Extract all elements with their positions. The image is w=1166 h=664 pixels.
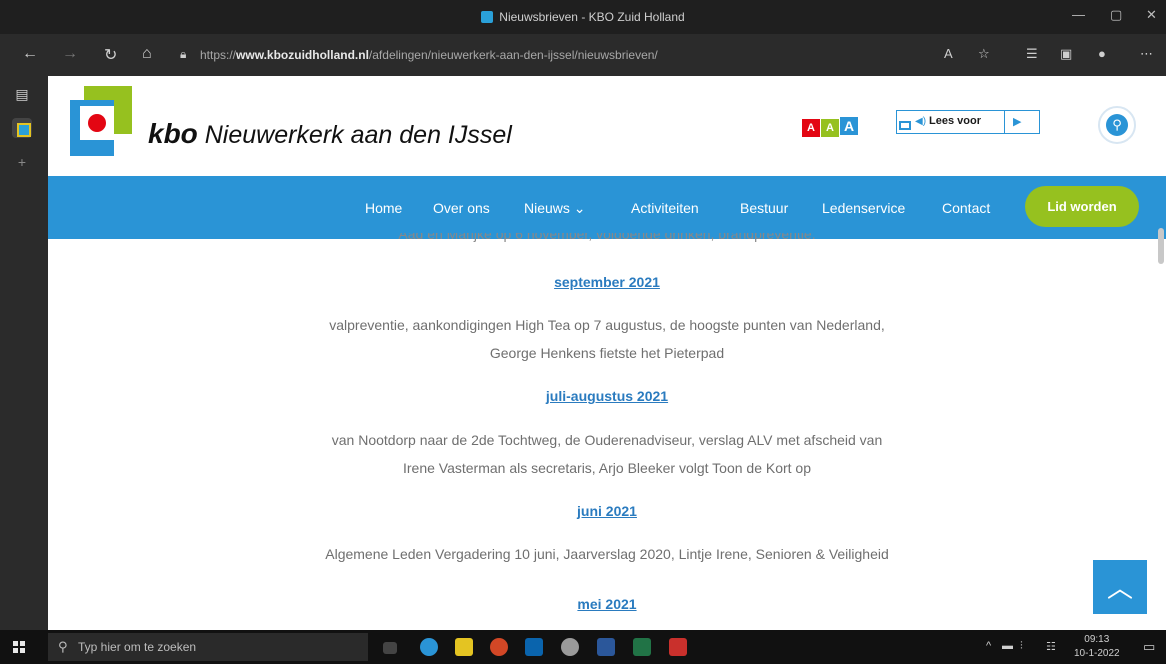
profile-icon[interactable]: ●	[1098, 46, 1106, 61]
nav-contact[interactable]: Contact	[942, 200, 990, 216]
refresh-icon[interactable]: ↻	[104, 45, 117, 65]
paint-app-icon[interactable]	[561, 638, 579, 656]
web-page: kbo Nieuwerkerk aan den IJssel AAA ◀) Lee…	[48, 76, 1166, 630]
site-favicon-icon	[481, 11, 494, 23]
taskbar-search-input[interactable]: ⚲ Typ hier om te zoeken	[48, 633, 368, 661]
font-size-selector: AAA	[802, 117, 859, 137]
battery-icon[interactable]: ▬	[1002, 640, 1013, 652]
outlook-app-icon[interactable]	[525, 638, 543, 656]
favorites-icon[interactable]: ☰	[1026, 46, 1038, 62]
nav-over-ons[interactable]: Over ons	[433, 200, 490, 216]
network-icon[interactable]: ⫶	[1020, 640, 1023, 653]
active-tab-icon[interactable]	[12, 118, 32, 138]
main-navigation: Home Over ons Nieuws ⌄ Activiteiten Best…	[48, 176, 1166, 239]
lid-worden-button[interactable]: Lid worden	[1025, 186, 1139, 227]
chevron-down-icon: ⌄	[573, 200, 586, 216]
home-icon[interactable]: ⌂	[142, 45, 152, 63]
close-icon[interactable]: ✕	[1146, 7, 1157, 23]
newsletter-summary: Algemene Leden Vergadering 10 juni, Jaar…	[325, 546, 889, 562]
address-bar[interactable]: https://www.kbozuidholland.nl/afdelingen…	[200, 43, 960, 67]
file-explorer-icon[interactable]	[455, 638, 473, 656]
back-to-top-button[interactable]: ︿	[1093, 560, 1147, 614]
vertical-tabs-sidebar: ▤ +	[0, 76, 48, 630]
speaker-icon: ◀)	[915, 116, 927, 127]
back-icon[interactable]: ←	[22, 45, 38, 63]
read-aloud-icon[interactable]: A	[944, 46, 953, 61]
edge-app-icon[interactable]	[420, 638, 438, 656]
font-size-medium-button[interactable]: A	[821, 119, 839, 137]
more-icon[interactable]: ⋯	[1140, 46, 1153, 62]
favorite-add-icon[interactable]: ☆	[978, 46, 990, 62]
newsletter-summary: valpreventie, aankondigingen High Tea op…	[329, 317, 885, 361]
newsletter-list: Aad en Marijke op 6 november, voldoende …	[48, 233, 1166, 630]
browser-title-bar: Nieuwsbrieven - KBO Zuid Holland — ▢ ✕	[0, 0, 1166, 34]
window-title: Nieuwsbrieven - KBO Zuid Holland	[0, 10, 1166, 24]
language-icon[interactable]: ☷	[1046, 640, 1056, 653]
access-app-icon[interactable]	[669, 638, 687, 656]
minimize-icon[interactable]: —	[1072, 7, 1085, 22]
windows-taskbar: ⚲ Typ hier om te zoeken ^ ▬ ⫶ ☷ 09:13 10-…	[0, 630, 1166, 664]
site-brand[interactable]: kbo Nieuwerkerk aan den IJssel	[148, 118, 512, 150]
collections-icon[interactable]: ▣	[1060, 46, 1072, 62]
search-icon: ⚲	[1106, 114, 1128, 136]
partial-summary: Aad en Marijke op 6 november, voldoende …	[398, 233, 816, 242]
newsletter-summary: van Nootdorp naar de 2de Tochtweg, de Ou…	[331, 432, 883, 476]
search-icon: ⚲	[58, 639, 68, 654]
kbo-logo[interactable]	[70, 86, 134, 156]
font-size-large-button[interactable]: A	[840, 117, 858, 135]
play-icon[interactable]: ▶	[1013, 115, 1021, 128]
chevron-up-icon: ︿	[1106, 573, 1133, 603]
tray-chevron-icon[interactable]: ^	[986, 640, 991, 652]
nav-home[interactable]: Home	[365, 200, 402, 216]
new-tab-icon[interactable]: +	[12, 154, 32, 174]
windows-start-icon[interactable]	[13, 641, 25, 653]
nav-nieuws[interactable]: Nieuws ⌄	[524, 200, 586, 217]
word-app-icon[interactable]	[597, 638, 615, 656]
newsletter-link-juli-augustus-2021[interactable]: juli-augustus 2021	[48, 388, 1166, 404]
browser-toolbar: ← → ↻ ⌂ 🔒︎ https://www.kbozuidholland.nl…	[0, 34, 1166, 76]
excel-app-icon[interactable]	[633, 638, 651, 656]
forward-icon[interactable]: →	[62, 45, 78, 63]
taskbar-clock[interactable]: 09:13 10-1-2022	[1074, 633, 1120, 661]
powerpoint-app-icon[interactable]	[490, 638, 508, 656]
tab-actions-icon[interactable]: ▤	[12, 86, 32, 106]
newsletter-link-september-2021[interactable]: september 2021	[48, 274, 1166, 290]
site-header: kbo Nieuwerkerk aan den IJssel AAA ◀) Lee…	[48, 76, 1166, 176]
readspeaker-button[interactable]: ◀) Lees voor ▶	[896, 110, 1040, 134]
task-view-icon[interactable]	[383, 642, 397, 654]
newsletter-link-juni-2021[interactable]: juni 2021	[48, 503, 1166, 519]
font-size-small-button[interactable]: A	[802, 119, 820, 137]
notifications-icon[interactable]: ▭	[1143, 639, 1155, 655]
nav-ledenservice[interactable]: Ledenservice	[822, 200, 905, 216]
readspeaker-menu-icon	[899, 121, 911, 130]
maximize-icon[interactable]: ▢	[1110, 7, 1122, 23]
lock-icon: 🔒︎	[180, 47, 187, 61]
nav-bestuur[interactable]: Bestuur	[740, 200, 788, 216]
scrollbar-thumb[interactable]	[1158, 228, 1164, 264]
site-search-button[interactable]: ⚲	[1098, 106, 1136, 144]
nav-activiteiten[interactable]: Activiteiten	[631, 200, 699, 216]
newsletter-link-mei-2021[interactable]: mei 2021	[48, 596, 1166, 612]
